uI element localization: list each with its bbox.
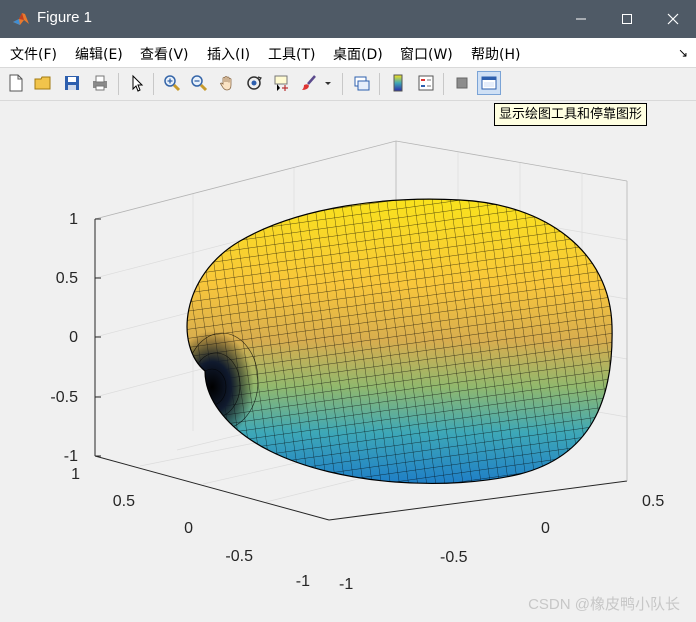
brush-icon[interactable]: [298, 72, 320, 94]
x-tick-label: 0: [541, 520, 550, 537]
link-plot-icon[interactable]: [351, 72, 373, 94]
minimize-icon: [576, 18, 586, 20]
x-tick-label: -0.5: [440, 549, 468, 566]
z-tick-label: 0.5: [56, 270, 78, 287]
new-figure-icon[interactable]: [5, 72, 27, 94]
pan-hand-icon[interactable]: [216, 72, 238, 94]
brush-dropdown-icon[interactable]: [322, 72, 334, 94]
y-axis: 1 0.5 0 -0.5 -1: [71, 466, 310, 590]
save-icon[interactable]: [61, 72, 83, 94]
figure-toolbar: [0, 68, 696, 101]
toolbar-separator: [342, 73, 343, 95]
rotate-3d-icon[interactable]: [243, 72, 265, 94]
y-tick-label: 0.5: [113, 493, 135, 510]
maximize-button[interactable]: [604, 0, 650, 38]
menu-file[interactable]: 文件(F): [10, 44, 57, 64]
figure-area: 1 0.5 0 -0.5 -1 1 0.5 0 -0.5 -1 -1 -0.5 …: [0, 101, 696, 622]
x-tick-label: -1: [339, 576, 353, 593]
toolbar-tooltip: 显示绘图工具和停靠图形: [494, 103, 648, 126]
toolbar-separator: [153, 73, 154, 95]
y-tick-label: -1: [296, 573, 310, 590]
toolbar-separator: [118, 73, 119, 95]
close-button[interactable]: [650, 0, 696, 38]
menu-edit[interactable]: 编辑(E): [75, 44, 123, 64]
menu-view[interactable]: 查看(V): [140, 44, 189, 64]
surface-plot[interactable]: 1 0.5 0 -0.5 -1 1 0.5 0 -0.5 -1 -1 -0.5 …: [0, 101, 696, 622]
close-icon: [667, 13, 679, 25]
show-plot-tools-icon[interactable]: [477, 71, 501, 95]
surface-body: [186, 198, 613, 485]
zoom-out-icon[interactable]: [188, 72, 210, 94]
menu-bar: 文件(F) 编辑(E) 查看(V) 插入(I) 工具(T) 桌面(D) 窗口(W…: [0, 38, 696, 68]
surface-mesh: [187, 199, 613, 484]
title-bar: Figure 1: [0, 0, 696, 38]
open-file-icon[interactable]: [32, 72, 54, 94]
z-tick-label: 0: [69, 329, 78, 346]
insert-legend-icon[interactable]: [415, 72, 437, 94]
menu-desktop[interactable]: 桌面(D): [333, 44, 383, 64]
menu-window[interactable]: 窗口(W): [400, 44, 453, 64]
y-tick-label: 1: [71, 466, 80, 483]
x-axis: -1 -0.5 0 0.5: [339, 493, 664, 593]
z-axis: 1 0.5 0 -0.5 -1: [50, 211, 101, 465]
menu-insert[interactable]: 插入(I): [207, 44, 250, 64]
dock-arrow-icon[interactable]: ↘: [678, 46, 688, 60]
toolbar-separator: [379, 73, 380, 95]
menu-help[interactable]: 帮助(H): [471, 44, 520, 64]
x-tick-label: 0.5: [642, 493, 664, 510]
print-icon[interactable]: [89, 72, 111, 94]
window-title: Figure 1: [37, 9, 93, 26]
data-cursor-icon[interactable]: [270, 72, 292, 94]
insert-colorbar-icon[interactable]: [387, 72, 409, 94]
toolbar-separator: [443, 73, 444, 95]
z-tick-label: 1: [69, 211, 78, 228]
zoom-in-icon[interactable]: [161, 72, 183, 94]
minimize-button[interactable]: [558, 0, 604, 38]
y-tick-label: 0: [184, 520, 193, 537]
matlab-logo-icon: [13, 13, 29, 25]
z-tick-label: -1: [64, 448, 78, 465]
select-arrow-icon[interactable]: [126, 72, 148, 94]
maximize-icon: [622, 14, 632, 24]
z-tick-label: -0.5: [50, 389, 78, 406]
watermark: CSDN @橡皮鸭小队长: [528, 596, 680, 613]
hide-plot-tools-icon[interactable]: [451, 72, 473, 94]
y-tick-label: -0.5: [225, 548, 253, 565]
menu-tools[interactable]: 工具(T): [268, 44, 315, 64]
